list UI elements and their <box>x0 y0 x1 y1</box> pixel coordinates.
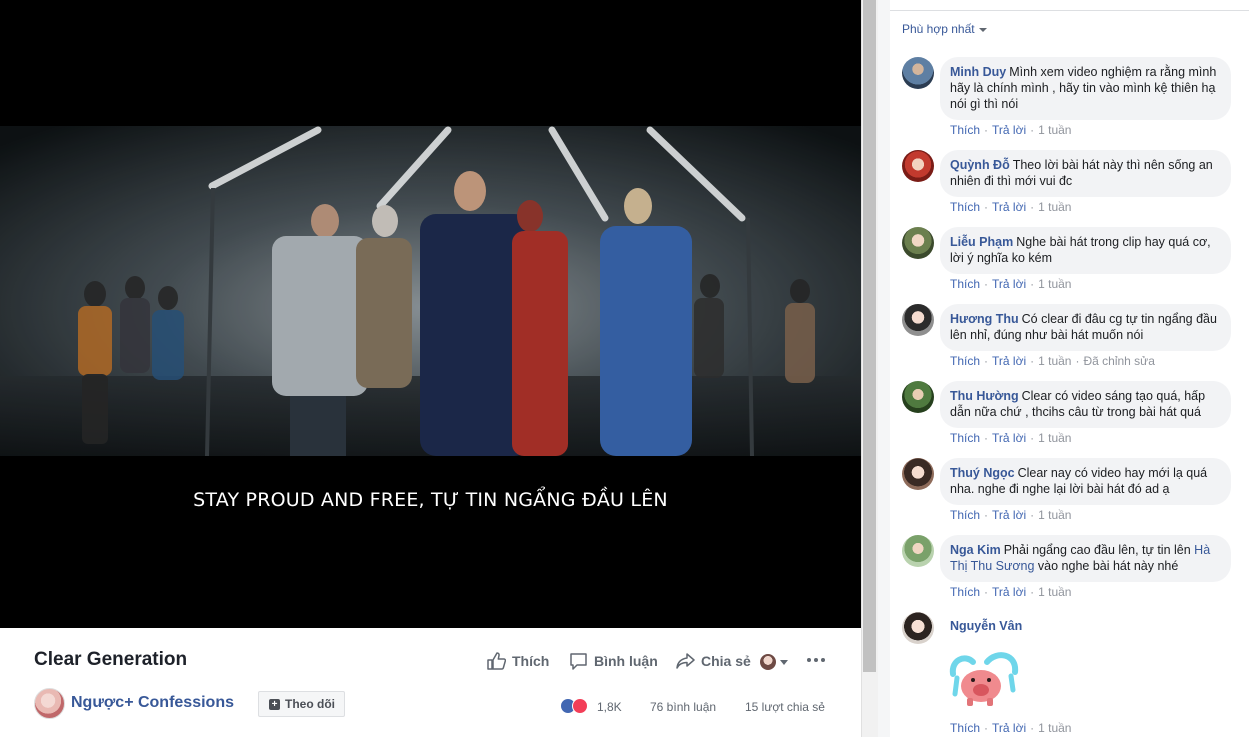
reactions-count[interactable]: 1,8K <box>597 700 622 714</box>
comment-like-link[interactable]: Thích <box>950 354 980 368</box>
comments-count[interactable]: 76 bình luận <box>650 700 716 714</box>
like-button[interactable]: Thích <box>487 652 549 670</box>
comment-time[interactable]: 1 tuần <box>1038 200 1071 214</box>
comments-pane: Phù hợp nhất Minh Duy Mình xem video nghi… <box>890 0 1249 737</box>
comment-author[interactable]: Thuý Ngọc <box>950 466 1015 480</box>
comment-author[interactable]: Nguyễn Vân <box>950 619 1022 633</box>
comment-meta: Thích · Trả lời · 1 tuần <box>950 585 1072 599</box>
comment-meta: Thích · Trả lời · 1 tuần <box>950 200 1072 214</box>
comment-meta: Thích · Trả lời · 1 tuần <box>950 277 1072 291</box>
comment-bubble: Nga Kim Phải ngẩng cao đầu lên, tự tin lê… <box>940 535 1231 582</box>
comment-like-link[interactable]: Thích <box>950 721 980 735</box>
comment-author[interactable]: Liễu Phạm <box>950 235 1013 249</box>
comment-like-link[interactable]: Thích <box>950 200 980 214</box>
commenter-avatar[interactable] <box>902 57 934 89</box>
more-options-button[interactable] <box>806 651 832 669</box>
thumbs-up-icon <box>487 652 506 670</box>
comment-like-link[interactable]: Thích <box>950 508 980 522</box>
page-name-link[interactable]: Ngược+ Confessions <box>71 694 234 712</box>
comment-time[interactable]: 1 tuần <box>1038 277 1071 291</box>
post-as-selector[interactable] <box>760 654 788 670</box>
comment-time[interactable]: 1 tuần <box>1038 123 1071 137</box>
video-subtitle: STAY PROUD AND FREE, TỰ TIN NGẨNG ĐẦU LÊ… <box>193 489 668 511</box>
plus-icon: + <box>269 698 280 710</box>
video-frame[interactable] <box>0 126 861 456</box>
shares-count[interactable]: 15 lượt chia sẻ <box>745 700 825 714</box>
comment-time[interactable]: 1 tuần <box>1038 585 1071 599</box>
comment-reply-link[interactable]: Trả lời <box>992 277 1026 291</box>
page-avatar[interactable] <box>34 688 65 719</box>
share-arrow-icon <box>676 653 695 669</box>
comment-label: Bình luận <box>594 653 658 669</box>
comment-like-link[interactable]: Thích <box>950 277 980 291</box>
comment-button[interactable]: Bình luận <box>569 652 658 670</box>
comment-time[interactable]: 1 tuần <box>1038 721 1071 735</box>
comment-time[interactable]: 1 tuần <box>1038 431 1071 445</box>
comment-bubble: Thu Hường Clear có video sáng tạo quá, hấ… <box>940 381 1231 428</box>
sort-label: Phù hợp nhất <box>902 22 975 36</box>
comment-reply-link[interactable]: Trả lời <box>992 431 1026 445</box>
comment-text-before: Phải ngẩng cao đầu lên, tự tin lên <box>1003 543 1191 557</box>
comment-meta: Thích · Trả lời · 1 tuần <box>950 721 1072 735</box>
like-label: Thích <box>512 653 550 669</box>
comment-bubble: Hương Thu Có clear đi đâu cg tự tin ngẩng… <box>940 304 1231 351</box>
caret-down-icon <box>978 27 987 32</box>
divider <box>890 10 1249 11</box>
comment-bubble: Liễu Phạm Nghe bài hát trong clip hay quá… <box>940 227 1231 274</box>
more-dots-icon <box>807 658 825 662</box>
comment-bubble: Quỳnh Đỗ Theo lời bài hát này thì nên sốn… <box>940 150 1231 197</box>
comment-reply-link[interactable]: Trả lời <box>992 200 1026 214</box>
video-title: Clear Generation <box>34 649 188 670</box>
comment-like-link[interactable]: Thích <box>950 123 980 137</box>
share-button[interactable]: Chia sẻ <box>676 652 751 670</box>
comment-edited-label[interactable]: Đã chỉnh sửa <box>1083 354 1154 368</box>
comment-reply-link[interactable]: Trả lời <box>992 508 1026 522</box>
video-player[interactable]: STAY PROUD AND FREE, TỰ TIN NGẨNG ĐẦU LÊ… <box>0 0 861 628</box>
commenter-avatar[interactable] <box>902 150 934 182</box>
comment-time[interactable]: 1 tuần <box>1038 508 1071 522</box>
commenter-avatar[interactable] <box>902 227 934 259</box>
comment-text-after: vào nghe bài hát này nhé <box>1037 559 1179 573</box>
follow-button[interactable]: + Theo dõi <box>258 691 345 717</box>
comment-meta: Thích · Trả lời · 1 tuần <box>950 508 1072 522</box>
love-reaction-icon <box>572 698 588 714</box>
comment-time[interactable]: 1 tuần <box>1038 354 1071 368</box>
follow-label: Theo dõi <box>285 697 335 711</box>
comment-author[interactable]: Thu Hường <box>950 389 1019 403</box>
comment-meta: Thích · Trả lời · 1 tuần · Đã chỉnh sửa <box>950 354 1155 368</box>
comment-reply-link[interactable]: Trả lời <box>992 123 1026 137</box>
comment-reply-link[interactable]: Trả lời <box>992 721 1026 735</box>
comment-author[interactable]: Nga Kim <box>950 543 1001 557</box>
share-label: Chia sẻ <box>701 653 751 669</box>
speech-bubble-icon <box>570 653 587 670</box>
pig-sticker[interactable] <box>947 650 1027 710</box>
comment-meta: Thích · Trả lời · 1 tuần <box>950 431 1072 445</box>
profile-mini-avatar <box>760 654 776 670</box>
comment-bubble: Minh Duy Mình xem video nghiệm ra rằng mì… <box>940 57 1231 120</box>
comment-like-link[interactable]: Thích <box>950 431 980 445</box>
reaction-icons[interactable] <box>560 698 588 714</box>
comment-bubble: Thuý Ngọc Clear nay có video hay mới lạ q… <box>940 458 1231 505</box>
scrollbar-thumb[interactable] <box>863 0 876 672</box>
comment-reply-link[interactable]: Trả lời <box>992 585 1026 599</box>
comment-author[interactable]: Hương Thu <box>950 312 1019 326</box>
comment-author[interactable]: Quỳnh Đỗ <box>950 158 1010 172</box>
comment-like-link[interactable]: Thích <box>950 585 980 599</box>
pane-divider <box>878 0 890 737</box>
comment-author[interactable]: Minh Duy <box>950 65 1006 79</box>
comment-reply-link[interactable]: Trả lời <box>992 354 1026 368</box>
chevron-down-icon <box>780 659 788 665</box>
music-video-scene <box>0 126 861 456</box>
sort-dropdown[interactable]: Phù hợp nhất <box>902 22 987 36</box>
commenter-avatar[interactable] <box>902 458 934 490</box>
commenter-avatar[interactable] <box>902 381 934 413</box>
commenter-avatar[interactable] <box>902 535 934 567</box>
video-info-bar: Clear Generation Thích Bình luận Chia sẻ… <box>0 628 861 737</box>
commenter-avatar[interactable] <box>902 612 934 644</box>
commenter-avatar[interactable] <box>902 304 934 336</box>
comment-meta: Thích · Trả lời · 1 tuần <box>950 123 1072 137</box>
